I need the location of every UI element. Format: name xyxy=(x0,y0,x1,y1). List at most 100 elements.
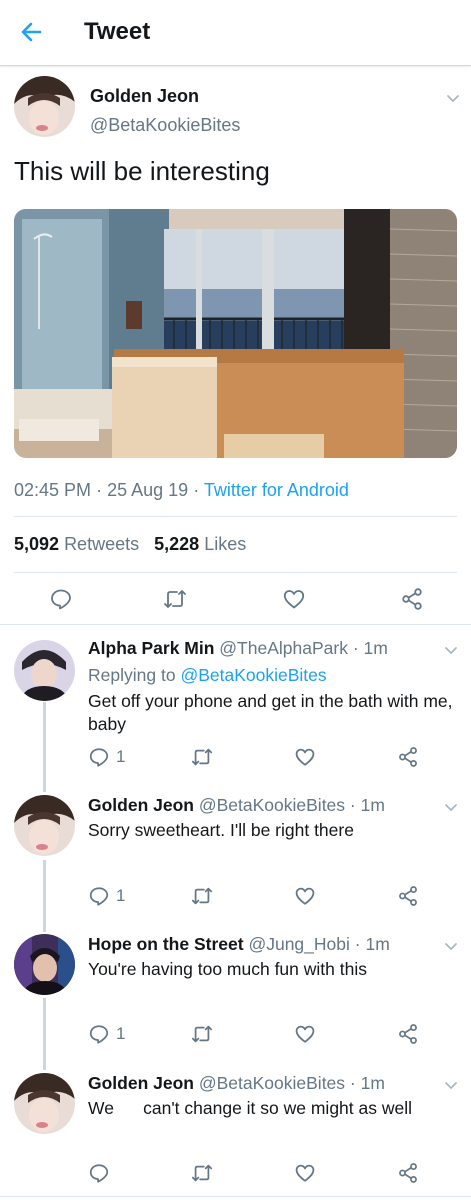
reply-author-handle[interactable]: @TheAlphaPark xyxy=(219,638,348,658)
chevron-down-icon[interactable] xyxy=(443,1077,459,1093)
chevron-down-icon[interactable] xyxy=(443,642,459,658)
retweet-button[interactable] xyxy=(190,746,214,768)
retweet-button[interactable] xyxy=(190,1023,214,1045)
reply-count: 1 xyxy=(116,747,126,766)
retweets-stat[interactable]: 5,092 Retweets xyxy=(14,534,139,554)
retweet-icon xyxy=(191,748,213,766)
reply-header: Alpha Park Min @TheAlphaPark · 1m xyxy=(88,638,388,659)
dot-separator: · xyxy=(349,1073,356,1093)
share-button[interactable] xyxy=(397,1162,419,1184)
reply-text: Sorry sweetheart. I'll be right there xyxy=(88,820,354,840)
divider xyxy=(0,1196,471,1197)
reply-author-name[interactable]: Golden Jeon xyxy=(88,1073,194,1093)
reply-tweet[interactable]: Alpha Park Min @TheAlphaPark · 1m Replyi… xyxy=(0,630,471,780)
dot-separator: · xyxy=(193,480,200,500)
tweet-media[interactable] xyxy=(14,209,457,458)
tweet-meta: 02:45 PM · 25 Aug 19 · Twitter for Andro… xyxy=(14,480,349,501)
heart-icon xyxy=(295,887,315,905)
share-button[interactable] xyxy=(397,746,419,768)
chevron-down-icon[interactable] xyxy=(443,938,459,954)
reply-header: Golden Jeon @BetaKookieBites · 1m xyxy=(88,795,385,816)
reply-author-handle[interactable]: @Jung_Hobi xyxy=(248,934,349,954)
avatar[interactable] xyxy=(14,795,75,856)
tweet-source[interactable]: Twitter for Android xyxy=(204,480,349,500)
like-button[interactable] xyxy=(294,885,316,907)
share-icon xyxy=(399,886,417,906)
reply-time: 1m xyxy=(365,934,390,954)
reply-icon xyxy=(89,887,109,906)
reply-icon xyxy=(51,589,71,610)
top-bar: Tweet xyxy=(0,0,471,66)
chevron-down-icon[interactable] xyxy=(445,90,461,106)
retweet-button[interactable] xyxy=(190,885,214,907)
avatar[interactable] xyxy=(14,1073,75,1134)
reply-tweet[interactable]: Golden Jeon @BetaKookieBites · 1m We can… xyxy=(0,1065,471,1196)
reply-author-handle[interactable]: @BetaKookieBites xyxy=(199,1073,345,1093)
divider xyxy=(0,624,471,625)
retweet-icon xyxy=(164,590,186,608)
retweet-icon xyxy=(191,887,213,905)
reply-tweet[interactable]: Hope on the Street @Jung_Hobi · 1m You'r… xyxy=(0,926,471,1061)
retweet-icon xyxy=(191,1164,213,1182)
like-button[interactable] xyxy=(294,1023,316,1045)
page-title: Tweet xyxy=(84,18,151,45)
reply-author-name[interactable]: Hope on the Street xyxy=(88,934,244,954)
tweet-stats: 5,092 Retweets 5,228 Likes xyxy=(14,534,246,555)
likes-count: 5,228 xyxy=(154,534,200,554)
tweet-actions xyxy=(0,578,471,622)
retweets-count: 5,092 xyxy=(14,534,60,554)
reply-button[interactable]: 1 xyxy=(88,885,125,907)
avatar[interactable] xyxy=(14,76,75,137)
reply-header: Golden Jeon @BetaKookieBites · 1m xyxy=(88,1073,385,1094)
retweet-button[interactable] xyxy=(190,1162,214,1184)
heart-icon xyxy=(295,1025,315,1043)
divider xyxy=(14,516,457,517)
likes-stat[interactable]: 5,228 Likes xyxy=(154,534,246,554)
reply-icon xyxy=(89,748,109,767)
share-button[interactable] xyxy=(400,587,424,611)
share-icon xyxy=(402,588,422,610)
dot-separator: · xyxy=(96,480,103,500)
tweet-date: 25 Aug 19 xyxy=(107,480,189,500)
author-name[interactable]: Golden Jeon xyxy=(90,86,199,107)
reply-text: You're having too much fun with this xyxy=(88,959,367,979)
dot-separator: · xyxy=(352,638,359,658)
reply-author-handle[interactable]: @BetaKookieBites xyxy=(199,795,345,815)
reply-button[interactable] xyxy=(88,1162,110,1184)
reply-text: Get off your phone and get in the bath w… xyxy=(88,691,458,734)
share-icon xyxy=(399,1163,417,1183)
heart-icon xyxy=(283,590,305,609)
reply-button[interactable]: 1 xyxy=(88,746,125,768)
share-button[interactable] xyxy=(397,1023,419,1045)
share-icon xyxy=(399,1024,417,1044)
likes-label: Likes xyxy=(204,534,247,554)
like-button[interactable] xyxy=(294,1162,316,1184)
like-button[interactable] xyxy=(294,746,316,768)
tweet-time: 02:45 PM xyxy=(14,480,92,500)
tweet-text: This will be interesting xyxy=(14,156,270,186)
reply-count: 1 xyxy=(116,886,126,905)
share-button[interactable] xyxy=(397,885,419,907)
heart-icon xyxy=(295,1164,315,1182)
chevron-down-icon[interactable] xyxy=(443,799,459,815)
retweet-icon xyxy=(191,1025,213,1043)
reply-author-name[interactable]: Golden Jeon xyxy=(88,795,194,815)
reply-tweet[interactable]: Golden Jeon @BetaKookieBites · 1m Sorry … xyxy=(0,787,471,922)
reply-author-name[interactable]: Alpha Park Min xyxy=(88,638,214,658)
reply-text: We can't change it so we might as well xyxy=(88,1098,412,1118)
reply-count: 1 xyxy=(116,1024,126,1043)
back-button[interactable] xyxy=(18,18,46,46)
reply-button[interactable] xyxy=(49,587,73,611)
avatar[interactable] xyxy=(14,934,75,995)
replying-to: Replying to @BetaKookieBites xyxy=(88,665,327,686)
reply-time: 1m xyxy=(360,1073,385,1093)
heart-icon xyxy=(295,748,315,766)
reply-icon xyxy=(89,1025,109,1044)
reply-button[interactable]: 1 xyxy=(88,1023,125,1045)
replying-to-handle[interactable]: @BetaKookieBites xyxy=(180,665,326,685)
retweet-button[interactable] xyxy=(162,587,188,611)
avatar[interactable] xyxy=(14,640,75,701)
dot-separator: · xyxy=(354,934,361,954)
author-handle[interactable]: @BetaKookieBites xyxy=(90,115,240,136)
like-button[interactable] xyxy=(282,587,306,611)
